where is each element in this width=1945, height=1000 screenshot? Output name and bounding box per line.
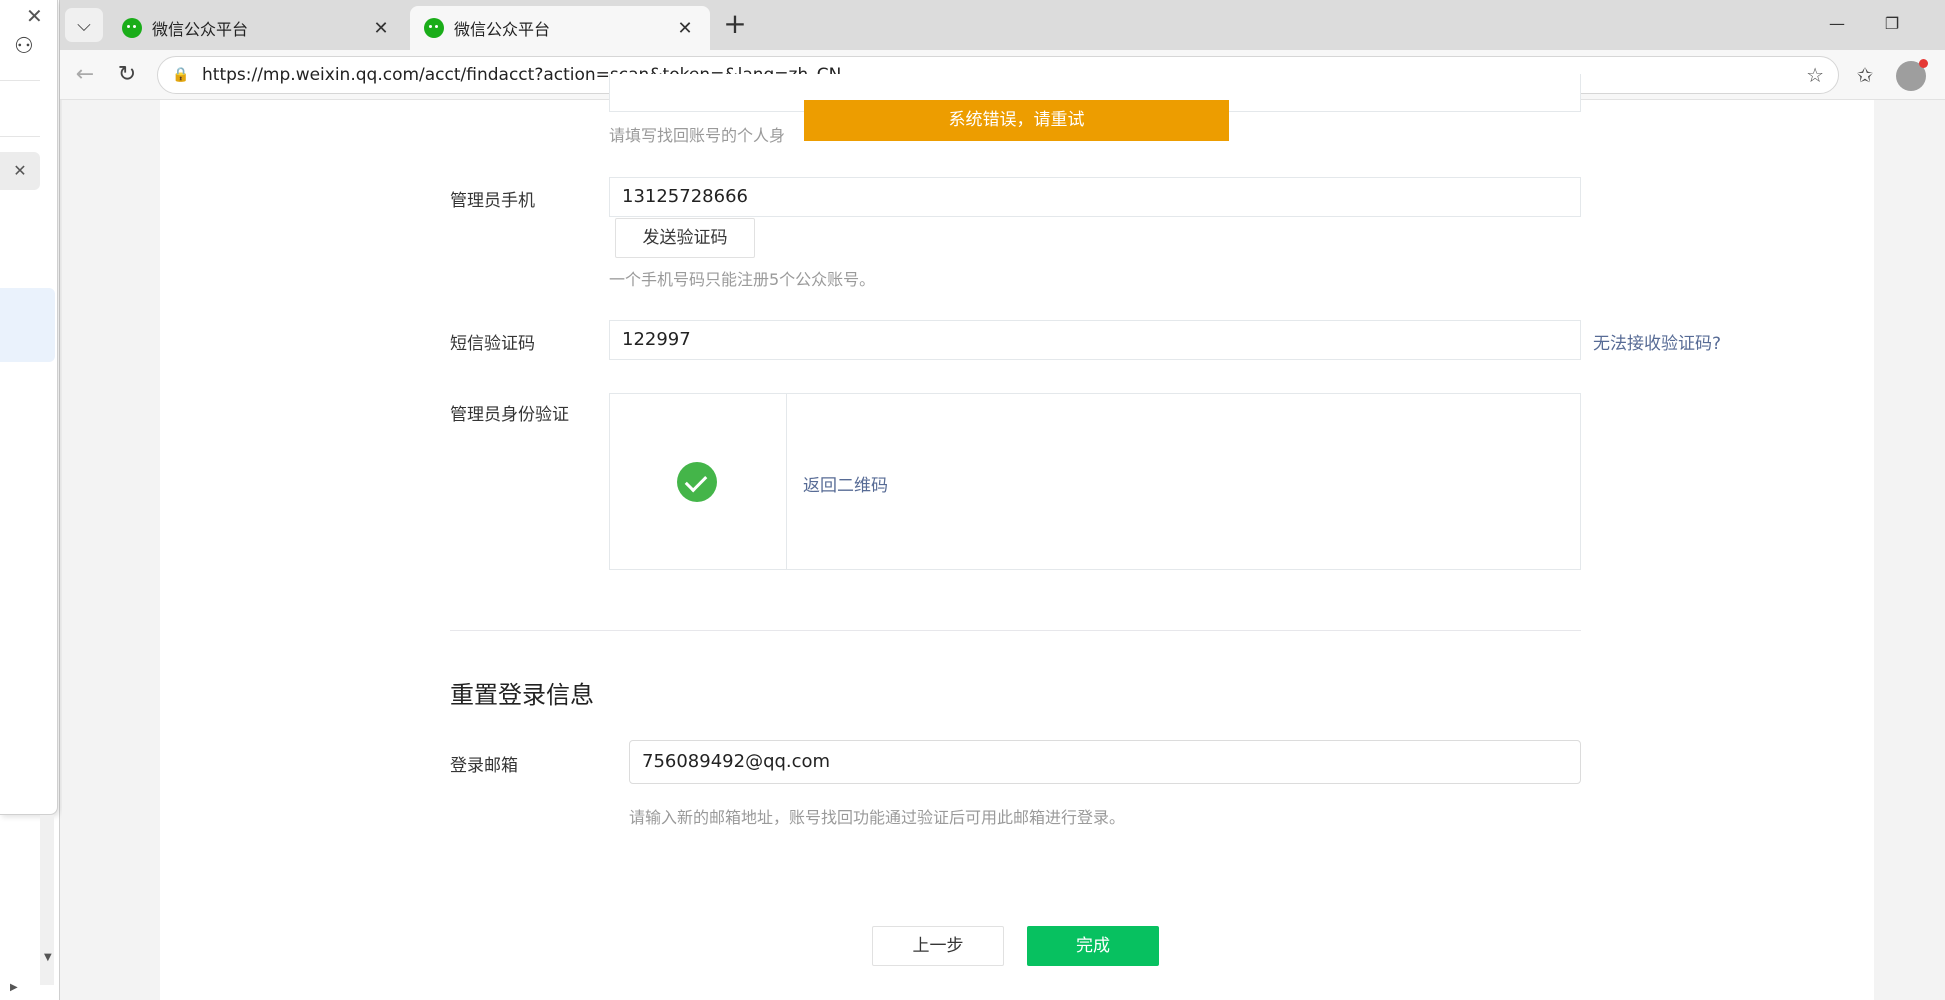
close-icon[interactable]: ✕ <box>26 4 43 28</box>
close-icon[interactable]: ✕ <box>370 18 392 39</box>
done-button[interactable]: 完成 <box>1027 926 1159 966</box>
chevron-right-icon[interactable]: ▶ <box>10 982 18 993</box>
section-title: 重置登录信息 <box>450 681 594 709</box>
check-circle-icon <box>677 462 717 502</box>
wechat-icon <box>424 18 444 38</box>
new-tab-button[interactable]: + <box>718 8 752 42</box>
tab-title: 微信公众平台 <box>454 20 551 39</box>
plus-icon: + <box>723 7 747 40</box>
section-divider <box>450 630 1581 631</box>
restore-icon: ❐ <box>1884 14 1900 33</box>
notification-dot <box>1919 59 1928 68</box>
tab-wechat-1[interactable]: 微信公众平台 ✕ <box>108 6 406 50</box>
wechat-icon <box>122 18 142 38</box>
phone-input[interactable]: 13125728666 <box>609 177 1581 217</box>
arrow-left-icon: ← <box>75 62 95 87</box>
tab-title: 微信公众平台 <box>152 20 249 39</box>
close-chip[interactable]: ✕ <box>0 152 40 190</box>
lock-icon[interactable]: 🔒 <box>172 67 192 83</box>
back-button[interactable]: ← <box>68 58 102 92</box>
restore-button[interactable]: ❐ <box>1870 8 1914 40</box>
back-to-qr-link[interactable]: 返回二维码 <box>803 471 888 496</box>
minimize-icon: — <box>1829 14 1845 33</box>
avatar[interactable] <box>1896 59 1928 91</box>
close-icon: ✕ <box>13 161 27 180</box>
error-toast: 系统错误，请重试 <box>804 100 1229 141</box>
email-label: 登录邮箱 <box>450 756 518 776</box>
send-code-button[interactable]: 发送验证码 <box>615 218 755 258</box>
star-icon[interactable]: ☆ <box>1806 63 1824 87</box>
close-icon[interactable]: ✕ <box>674 18 696 39</box>
side-panel: ✕ ⚇ ✕ ▼ ▶ <box>0 0 60 1000</box>
chevron-down-icon: ⌵ <box>77 14 91 36</box>
add-profile-icon[interactable]: ⚇ <box>14 34 34 59</box>
sms-code-input[interactable]: 122997 <box>609 320 1581 360</box>
favorites-icon[interactable]: ✩ <box>1849 59 1881 91</box>
tab-wechat-2[interactable]: 微信公众平台 ✕ <box>410 6 710 50</box>
id-hint: 请填写找回账号的个人身 <box>609 126 786 145</box>
sms-label: 短信验证码 <box>450 334 535 354</box>
phone-hint: 一个手机号码只能注册5个公众账号。 <box>609 270 876 289</box>
identity-label: 管理员身份验证 <box>450 405 569 425</box>
chevron-down-icon[interactable]: ▼ <box>44 952 52 963</box>
divider <box>786 394 787 569</box>
reload-icon: ↻ <box>117 62 137 87</box>
side-panel-card: ✕ ⚇ ✕ <box>0 0 58 815</box>
divider <box>0 80 40 81</box>
prev-step-button[interactable]: 上一步 <box>872 926 1004 966</box>
email-input[interactable]: 756089492@qq.com <box>629 740 1581 784</box>
minimize-button[interactable]: — <box>1815 8 1859 40</box>
selected-item[interactable] <box>0 288 55 362</box>
divider <box>0 136 40 137</box>
reload-button[interactable]: ↻ <box>110 58 144 92</box>
email-hint: 请输入新的邮箱地址，账号找回功能通过验证后可用此邮箱进行登录。 <box>629 808 1126 827</box>
phone-label: 管理员手机 <box>450 191 535 211</box>
sms-help-link[interactable]: 无法接收验证码? <box>1593 329 1721 354</box>
identity-verify-box: 返回二维码 <box>609 393 1581 570</box>
tab-search-button[interactable]: ⌵ <box>65 8 103 42</box>
